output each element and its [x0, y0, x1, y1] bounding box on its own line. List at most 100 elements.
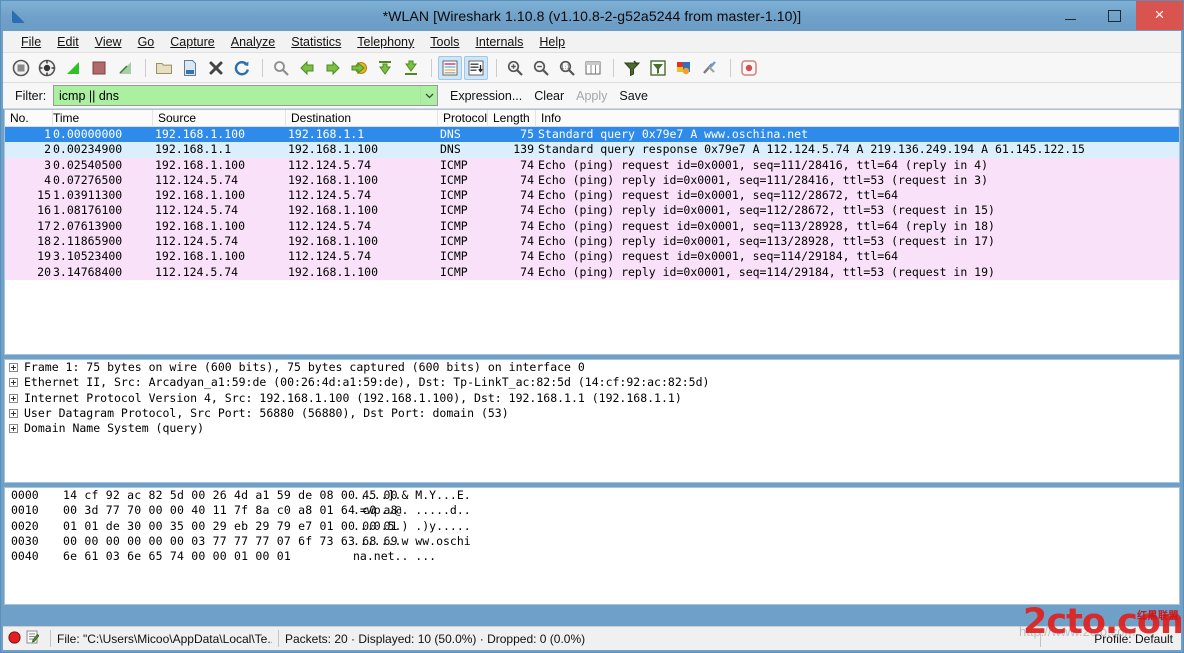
packet-info: Echo (ping) reply id=0x0001, seq=114/291…: [538, 264, 995, 279]
packet-info: Echo (ping) request id=0x0001, seq=111/2…: [538, 157, 989, 172]
expression-button[interactable]: Expression...: [450, 89, 522, 103]
help-contents-icon[interactable]: [737, 56, 761, 80]
apply-button[interactable]: Apply: [576, 89, 607, 103]
table-row[interactable]: 18 2.11865900 112.124.5.74 192.168.1.100 ICM…: [5, 234, 1179, 250]
menu-item-view[interactable]: View: [87, 33, 130, 51]
colorize-icon[interactable]: [438, 55, 462, 80]
table-row[interactable]: 15 1.03911300 192.168.1.100 112.124.5.74 ICM…: [5, 188, 1179, 204]
open-file-icon[interactable]: [152, 56, 176, 80]
menu-item-edit[interactable]: Edit: [49, 33, 87, 51]
column-header-source[interactable]: Source: [153, 110, 286, 127]
clear-button[interactable]: Clear: [534, 89, 564, 103]
packet-list-header: No. Time Source Destination Protocol Len…: [5, 110, 1179, 127]
reload-file-icon[interactable]: [230, 56, 254, 80]
expand-plus-icon[interactable]: [9, 378, 18, 388]
hex-dump-row[interactable]: 0000 14 cf 92 ac 82 5d 00 26 4d a1 59 de …: [5, 488, 1179, 503]
expand-plus-icon[interactable]: [9, 393, 18, 403]
packet-details-pane[interactable]: Frame 1: 75 bytes on wire (600 bits), 75…: [4, 359, 1180, 483]
find-packet-icon[interactable]: [269, 56, 293, 80]
zoom-out-icon[interactable]: [529, 56, 553, 80]
zoom-reset-icon[interactable]: 1:1: [555, 56, 579, 80]
detail-tree-item[interactable]: Ethernet II, Src: Arcadyan_a1:59:de (00:…: [5, 375, 1179, 390]
status-profile-text[interactable]: Profile: Default: [1094, 632, 1173, 646]
column-header-length[interactable]: Length: [488, 110, 536, 127]
hex-dump-row[interactable]: 0040 6e 61 03 6e 65 74 00 00 01 00 01 na.n…: [5, 549, 1179, 564]
go-to-last-icon[interactable]: [399, 56, 423, 80]
save-file-icon[interactable]: [178, 56, 202, 80]
coloring-rules-icon[interactable]: [672, 56, 696, 80]
menu-item-analyze[interactable]: Analyze: [223, 33, 283, 51]
menu-item-tools[interactable]: Tools: [422, 33, 467, 51]
hex-dump-row[interactable]: 0030 00 00 00 00 00 00 03 77 77 77 07 6f …: [5, 534, 1179, 549]
menu-item-capture[interactable]: Capture: [162, 33, 222, 51]
detail-tree-item[interactable]: User Datagram Protocol, Src Port: 56880 …: [5, 406, 1179, 421]
table-row[interactable]: 2 0.00234900 192.168.1.1 192.168.1.100 DNS 13…: [5, 142, 1179, 158]
column-header-time[interactable]: Time: [53, 110, 153, 127]
go-back-icon[interactable]: [295, 56, 319, 80]
column-header-protocol[interactable]: Protocol: [438, 110, 488, 127]
column-header-no[interactable]: No.: [5, 110, 53, 127]
packet-info: Echo (ping) reply id=0x0001, seq=113/289…: [538, 234, 995, 249]
hex-dump-row[interactable]: 0010 00 3d 77 70 00 00 40 11 7f 8a c0 a8 …: [5, 503, 1179, 518]
capture-options-icon[interactable]: [35, 56, 59, 80]
display-filters-icon[interactable]: [646, 56, 670, 80]
capture-filters-icon[interactable]: [620, 56, 644, 80]
start-capture-icon[interactable]: [61, 56, 85, 80]
packet-bytes-pane[interactable]: 0000 14 cf 92 ac 82 5d 00 26 4d a1 59 de …: [4, 487, 1180, 605]
packet-info: Echo (ping) reply id=0x0001, seq=112/286…: [538, 203, 995, 218]
hex-offset: 0040: [11, 549, 39, 564]
table-row[interactable]: 4 0.07276500 112.124.5.74 192.168.1.100 ICMP…: [5, 172, 1179, 189]
table-row[interactable]: 17 2.07613900 192.168.1.100 112.124.5.74 ICM…: [5, 218, 1179, 235]
packet-destination: 112.124.5.74: [288, 157, 372, 172]
expand-plus-icon[interactable]: [9, 409, 18, 419]
packet-list-pane[interactable]: No. Time Source Destination Protocol Len…: [4, 109, 1180, 355]
close-button[interactable]: ×: [1136, 1, 1183, 30]
interfaces-icon[interactable]: [9, 56, 33, 80]
menu-item-go-label: Go: [137, 34, 155, 49]
filter-input[interactable]: [54, 86, 420, 105]
packet-time: 0.02540500: [53, 157, 123, 172]
packet-no: 19: [37, 249, 51, 264]
detail-tree-item[interactable]: Frame 1: 75 bytes on wire (600 bits), 75…: [5, 360, 1179, 375]
maximize-button[interactable]: [1092, 1, 1136, 30]
filter-input-wrapper[interactable]: [53, 85, 438, 106]
stop-capture-icon[interactable]: [87, 56, 111, 80]
table-row[interactable]: 19 3.10523400 192.168.1.100 112.124.5.74 ICM…: [5, 249, 1179, 265]
minimize-button[interactable]: [1048, 1, 1092, 30]
packet-time: 0.00234900: [53, 142, 123, 157]
restart-capture-icon[interactable]: [113, 56, 137, 80]
resize-columns-icon[interactable]: [581, 56, 605, 80]
expert-info-error-icon[interactable]: [8, 630, 21, 647]
table-row[interactable]: 20 3.14768400 112.124.5.74 192.168.1.100 ICM…: [5, 264, 1179, 280]
menu-item-help[interactable]: Help: [531, 33, 573, 51]
menu-item-go[interactable]: Go: [130, 33, 163, 51]
table-row[interactable]: 3 0.02540500 192.168.1.100 112.124.5.74 ICMP…: [5, 157, 1179, 173]
save-button[interactable]: Save: [619, 89, 648, 103]
table-row[interactable]: 1 0.00000000 192.168.1.100 192.168.1.1 DNS 75…: [5, 127, 1179, 143]
hex-dump-row[interactable]: 0020 01 01 de 30 00 35 00 29 eb 29 79 e7 …: [5, 519, 1179, 534]
capture-comment-icon[interactable]: [26, 630, 40, 647]
detail-tree-item[interactable]: Internet Protocol Version 4, Src: 192.16…: [5, 391, 1179, 406]
go-to-packet-icon[interactable]: [347, 56, 371, 80]
hex-offset: 0030: [11, 533, 39, 548]
window-title: *WLAN [Wireshark 1.10.8 (v1.10.8-2-g52a5…: [382, 8, 802, 24]
go-forward-icon[interactable]: [321, 56, 345, 80]
preferences-icon[interactable]: [698, 56, 722, 80]
go-to-first-icon[interactable]: [373, 56, 397, 80]
chevron-down-icon[interactable]: [420, 86, 437, 105]
packet-length: 139: [513, 142, 534, 157]
table-row[interactable]: 16 1.08176100 112.124.5.74 192.168.1.100 ICM…: [5, 203, 1179, 219]
packet-protocol: ICMP: [440, 218, 468, 233]
menu-item-internals[interactable]: Internals: [467, 33, 531, 51]
auto-scroll-icon[interactable]: [464, 55, 488, 80]
column-header-destination[interactable]: Destination: [286, 110, 438, 127]
menu-item-telephony[interactable]: Telephony: [349, 33, 422, 51]
expand-plus-icon[interactable]: [9, 363, 18, 373]
expand-plus-icon[interactable]: [9, 424, 18, 434]
menu-item-statistics[interactable]: Statistics: [283, 33, 349, 51]
column-header-info[interactable]: Info: [536, 110, 1179, 127]
zoom-in-icon[interactable]: [503, 56, 527, 80]
close-file-icon[interactable]: [204, 56, 228, 80]
menu-item-file[interactable]: File: [13, 33, 49, 51]
detail-tree-item[interactable]: Domain Name System (query): [5, 421, 1179, 436]
